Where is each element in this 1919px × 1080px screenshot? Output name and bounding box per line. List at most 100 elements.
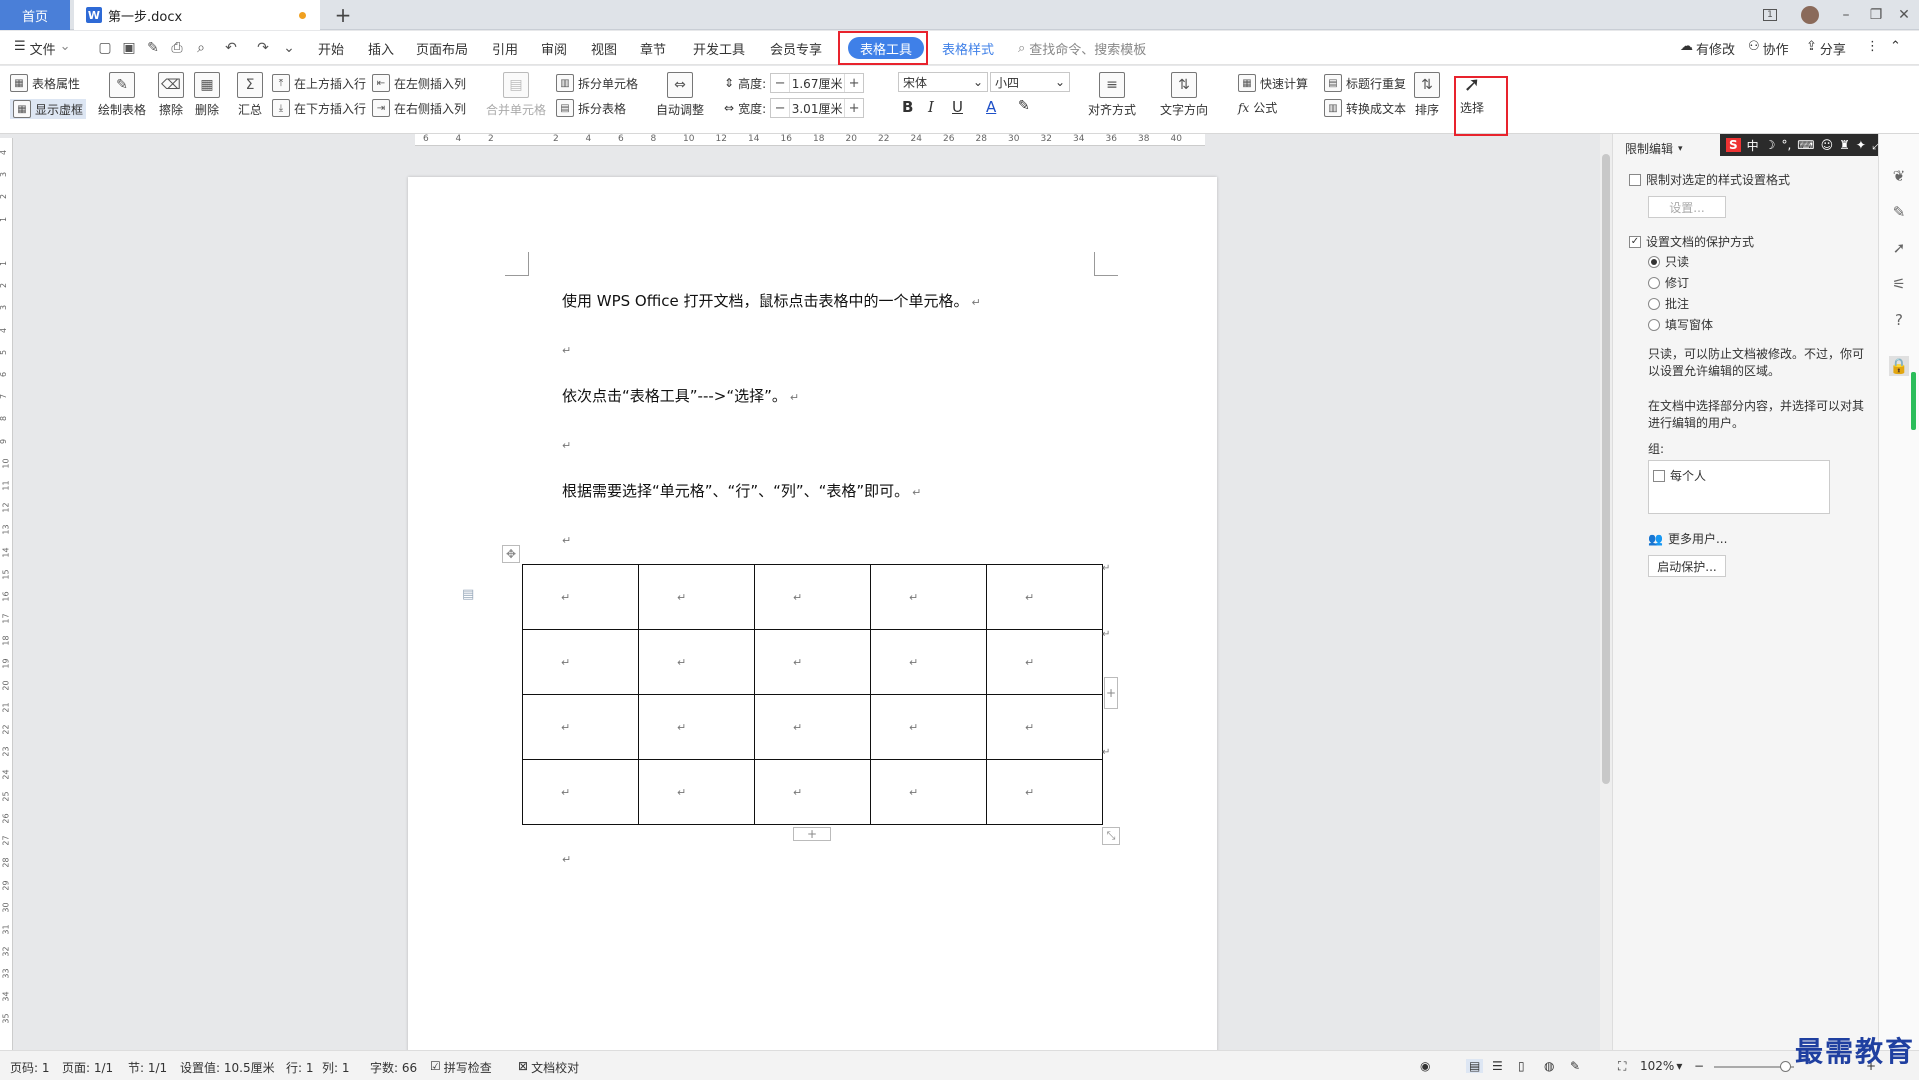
- table-props-button[interactable]: ▦ 表格属性: [10, 74, 80, 92]
- tab-references[interactable]: 引用: [492, 39, 518, 58]
- collapse-ribbon-icon[interactable]: ⌃: [1890, 39, 1901, 54]
- status-page-code[interactable]: 页码: 1: [10, 1059, 50, 1076]
- everyone-checkbox[interactable]: 每个人: [1653, 467, 1706, 484]
- new-tab-button[interactable]: +: [330, 2, 356, 28]
- table-cell[interactable]: ↵: [754, 629, 871, 695]
- table-cell[interactable]: ↵: [638, 564, 755, 630]
- height-input[interactable]: 1.67厘米: [789, 74, 846, 92]
- sogou-logo[interactable]: S: [1726, 138, 1741, 152]
- more-icon[interactable]: ⋮: [1866, 39, 1879, 54]
- table-cell[interactable]: ↵: [754, 694, 871, 760]
- add-row-button[interactable]: +: [793, 827, 831, 841]
- table-cell[interactable]: ↵: [522, 759, 639, 825]
- redo-icon[interactable]: ↷: [252, 37, 274, 59]
- close-icon[interactable]: ✕: [1886, 0, 1919, 30]
- tab-page-layout[interactable]: 页面布局: [416, 39, 468, 58]
- show-grid-button[interactable]: ▦ 显示虚框: [10, 99, 87, 119]
- height-increase-button[interactable]: +: [845, 74, 863, 92]
- status-setting[interactable]: 设置值: 10.5厘米: [180, 1059, 275, 1076]
- table-cell[interactable]: ↵: [638, 694, 755, 760]
- ime-mode-toggle[interactable]: 中: [1747, 137, 1759, 154]
- paragraph-3[interactable]: 根据需要选择“单元格”、“行”、“列”、“表格”即可。 ↵: [562, 480, 921, 501]
- wrench-icon[interactable]: ✦: [1856, 138, 1866, 152]
- quick-calc-button[interactable]: ▦ 快速计算: [1238, 74, 1308, 92]
- insert-left-button[interactable]: ⇤ 在左侧插入列: [372, 74, 466, 92]
- share-button[interactable]: ⇪ 分享: [1806, 39, 1846, 58]
- erase-button[interactable]: ⌫ 擦除: [158, 72, 184, 118]
- style-icon[interactable]: ❦: [1889, 166, 1909, 186]
- status-row[interactable]: 行: 1: [286, 1059, 314, 1076]
- proofread-button[interactable]: ⊠ 文档校对: [518, 1059, 579, 1076]
- table-cell[interactable]: ↵: [522, 694, 639, 760]
- radio-comment[interactable]: 批注: [1648, 295, 1689, 312]
- radio-form[interactable]: 填写窗体: [1648, 316, 1713, 333]
- avatar[interactable]: [1792, 0, 1828, 30]
- file-menu[interactable]: ☰ 文件 ⌄: [14, 39, 71, 58]
- tab-developer[interactable]: 开发工具: [693, 39, 745, 58]
- settings-sliders-icon[interactable]: ⚟: [1889, 274, 1909, 294]
- collab-button[interactable]: ⚇ 协作: [1748, 39, 1789, 58]
- split-cells-button[interactable]: ▥ 拆分单元格: [556, 74, 638, 92]
- outline-view-icon[interactable]: ☰: [1492, 1059, 1503, 1073]
- font-size-select[interactable]: 小四 ⌄: [990, 72, 1070, 92]
- formula-button[interactable]: fx 公式: [1238, 99, 1277, 116]
- format-painter-icon[interactable]: ✎: [142, 37, 164, 59]
- auto-fit-button[interactable]: ⇔ 自动调整: [656, 72, 704, 118]
- panel-title[interactable]: 限制编辑 ▾: [1625, 140, 1683, 157]
- insert-right-button[interactable]: ⇥ 在右侧插入列: [372, 99, 466, 117]
- italic-button[interactable]: I: [928, 98, 934, 116]
- status-page[interactable]: 页面: 1/1: [62, 1059, 113, 1076]
- status-words[interactable]: 字数: 66: [370, 1059, 417, 1076]
- insert-below-button[interactable]: ⤓ 在下方插入行: [272, 99, 366, 117]
- tab-start[interactable]: 开始: [318, 39, 344, 58]
- table-cell[interactable]: ↵: [986, 564, 1103, 630]
- zoom-select[interactable]: 102% ▾: [1640, 1059, 1682, 1073]
- moon-icon[interactable]: ☽: [1765, 138, 1776, 152]
- modify-button[interactable]: ☁ 有修改: [1680, 39, 1735, 58]
- print-preview-icon[interactable]: ⌕: [190, 37, 212, 59]
- merge-cells-button[interactable]: ▤ 合并单元格: [486, 72, 546, 118]
- document-table[interactable]: ↵ ↵ ↵ ↵ ↵ ↵ ↵ ↵ ↵ ↵ ↵ ↵ ↵ ↵ ↵ ↵ ↵ ↵ ↵ ↵: [522, 564, 1103, 825]
- table-cell[interactable]: ↵: [870, 694, 987, 760]
- font-color-button[interactable]: A: [986, 98, 996, 116]
- status-section[interactable]: 节: 1/1: [128, 1059, 167, 1076]
- undo-icon[interactable]: ↶: [220, 37, 242, 59]
- tab-table-style[interactable]: 表格样式: [942, 39, 994, 58]
- summary-button[interactable]: Σ 汇总: [237, 72, 263, 118]
- repeat-header-button[interactable]: ▤ 标题行重复: [1324, 74, 1406, 92]
- width-decrease-button[interactable]: −: [771, 99, 789, 117]
- web-view-icon[interactable]: ◍: [1544, 1059, 1554, 1073]
- tab-member[interactable]: 会员专享: [770, 39, 822, 58]
- vertical-scrollbar[interactable]: [1600, 134, 1612, 1050]
- scrollbar-thumb[interactable]: [1602, 154, 1610, 784]
- tab-chapter[interactable]: 章节: [640, 39, 666, 58]
- bold-button[interactable]: B: [902, 98, 913, 116]
- sort-button[interactable]: ⇅ 排序: [1414, 72, 1440, 118]
- paragraph-layout-icon[interactable]: ▤: [462, 587, 474, 602]
- delete-button[interactable]: ▦ 删除: [194, 72, 220, 118]
- align-button[interactable]: ≡ 对齐方式: [1088, 72, 1136, 118]
- add-column-button[interactable]: +: [1104, 677, 1118, 709]
- save-icon[interactable]: ▣: [118, 37, 140, 59]
- table-cell[interactable]: ↵: [522, 564, 639, 630]
- table-cell[interactable]: ↵: [870, 629, 987, 695]
- help-icon[interactable]: ?: [1889, 310, 1909, 330]
- radio-revision[interactable]: 修订: [1648, 274, 1689, 291]
- start-protect-button[interactable]: 启动保护...: [1648, 555, 1726, 577]
- radio-readonly[interactable]: 只读: [1648, 253, 1689, 270]
- zoom-out-button[interactable]: −: [1694, 1059, 1704, 1073]
- paragraph-2[interactable]: 依次点击“表格工具”--->“选择”。 ↵: [562, 385, 799, 406]
- height-decrease-button[interactable]: −: [771, 74, 789, 92]
- width-input[interactable]: 3.01厘米: [789, 99, 846, 117]
- table-cell[interactable]: ↵: [986, 694, 1103, 760]
- print-icon[interactable]: ⎙: [166, 37, 188, 59]
- pen-icon[interactable]: ✎: [1889, 202, 1909, 222]
- document-tab[interactable]: W 第一步.docx: [74, 0, 320, 30]
- highlight-icon[interactable]: ✎: [1018, 98, 1030, 114]
- eye-protect-icon[interactable]: ◉: [1420, 1059, 1430, 1073]
- split-table-button[interactable]: ▤ 拆分表格: [556, 99, 626, 117]
- table-cell[interactable]: ↵: [754, 564, 871, 630]
- table-cell[interactable]: ↵: [870, 564, 987, 630]
- spell-check-button[interactable]: ☑ 拼写检查: [430, 1059, 492, 1076]
- new-doc-icon[interactable]: ▢: [94, 37, 116, 59]
